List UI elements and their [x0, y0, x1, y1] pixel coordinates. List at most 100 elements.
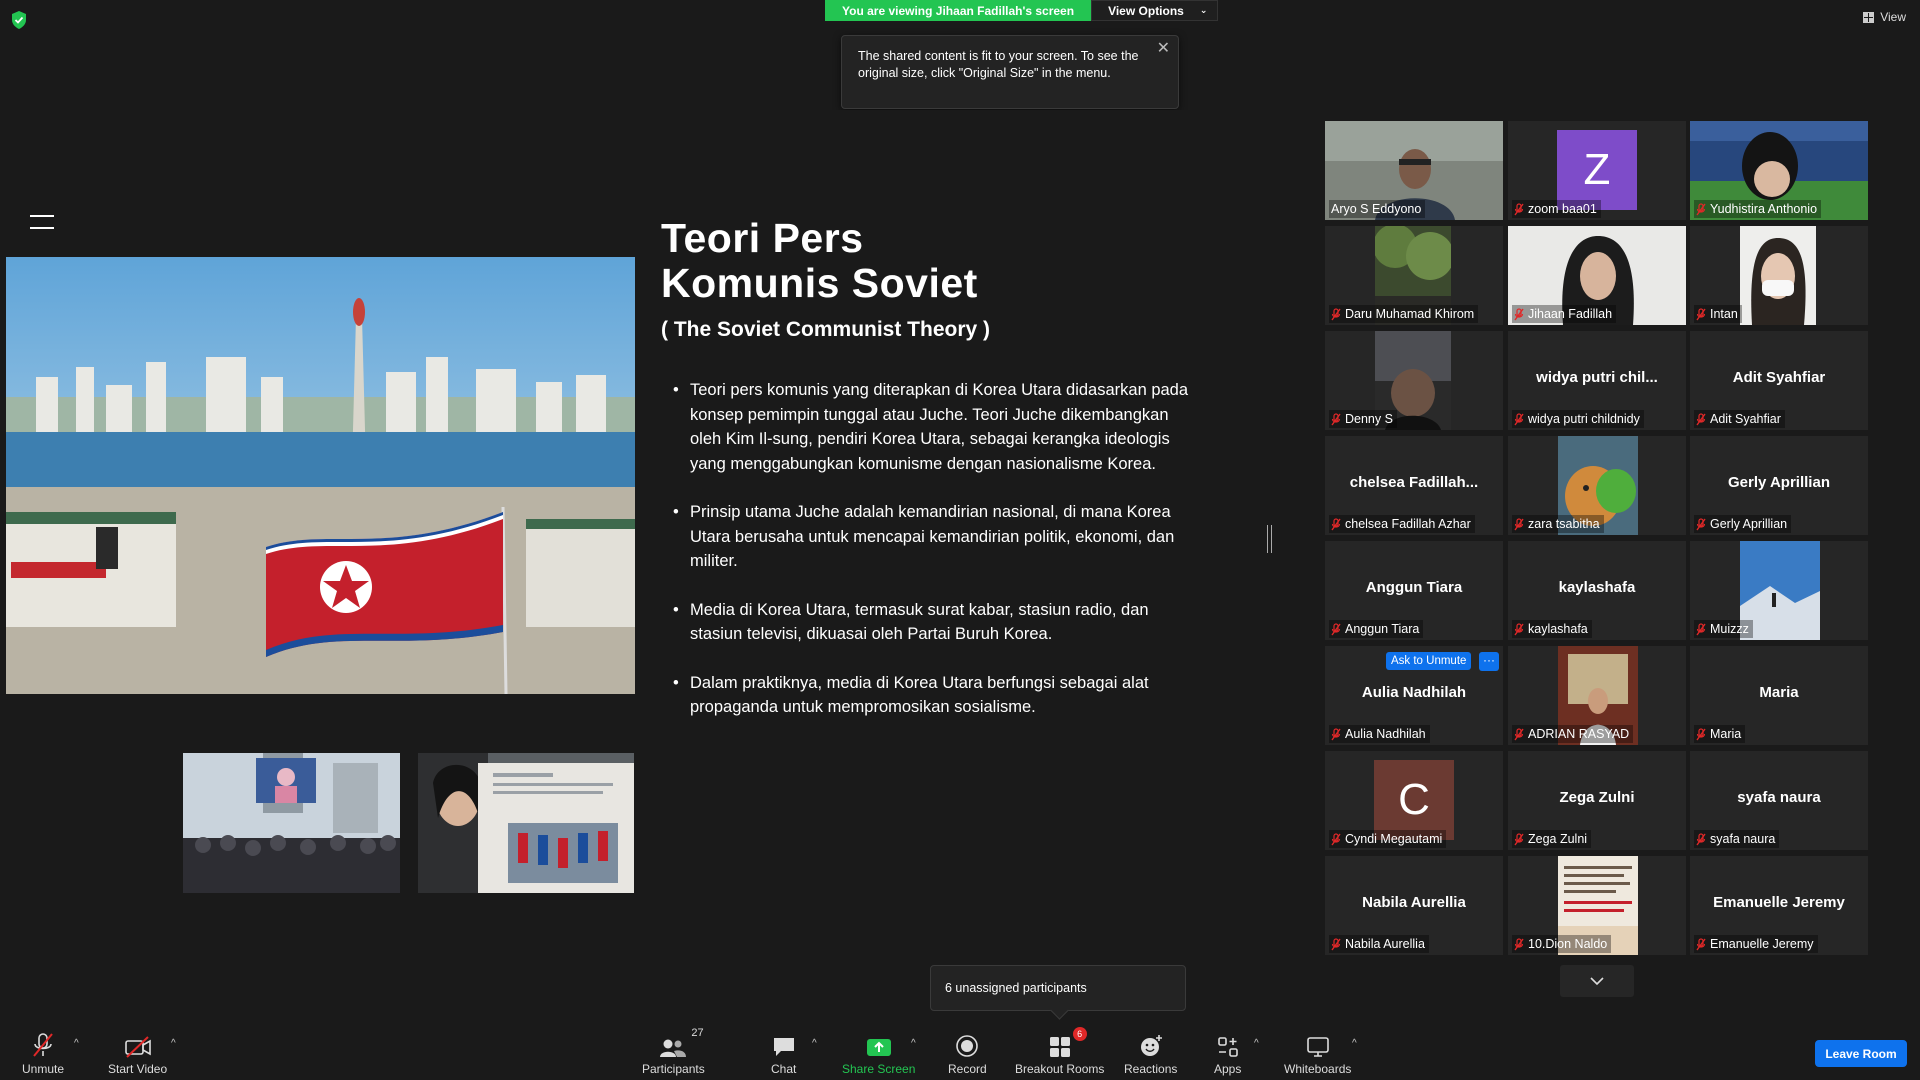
apps-button[interactable]: Apps	[1214, 1030, 1241, 1076]
participant-tile[interactable]: widya putri chil... widya putri childnidy	[1508, 331, 1686, 430]
slide-bullet-list: Teori pers komunis yang diterapkan di Ko…	[673, 378, 1190, 744]
record-button[interactable]: Record	[948, 1030, 987, 1076]
participant-tile[interactable]: Intan	[1690, 226, 1868, 325]
participant-name: Aryo S Eddyono	[1331, 202, 1422, 216]
breakout-rooms-label: Breakout Rooms	[1015, 1062, 1105, 1076]
view-button[interactable]: View	[1863, 10, 1906, 24]
record-label: Record	[948, 1062, 987, 1076]
microphone-muted-icon	[1514, 937, 1524, 950]
microphone-muted-icon	[1514, 202, 1524, 215]
microphone-muted-icon	[1696, 622, 1706, 635]
leave-room-button[interactable]: Leave Room	[1815, 1040, 1907, 1067]
participant-tile[interactable]: Aryo S Eddyono	[1325, 121, 1503, 220]
more-options-button[interactable]: ···	[1479, 652, 1499, 671]
participant-tile[interactable]: Nabila Aurellia Nabila Aurellia	[1325, 856, 1503, 955]
gallery-next-page-button[interactable]	[1560, 965, 1634, 997]
participant-name-label: Cyndi Megautami	[1329, 830, 1447, 848]
participant-tile[interactable]: Emanuelle Jeremy Emanuelle Jeremy	[1690, 856, 1868, 955]
participant-name: Daru Muhamad Khirom	[1345, 307, 1475, 321]
participant-name: Maria	[1710, 727, 1742, 741]
participant-display-name: Anggun Tiara	[1365, 579, 1463, 596]
share-screen-button[interactable]: Share Screen	[842, 1030, 915, 1076]
whiteboards-button[interactable]: Whiteboards	[1284, 1030, 1351, 1076]
participant-tile[interactable]: Daru Muhamad Khirom	[1325, 226, 1503, 325]
bullet-item: Teori pers komunis yang diterapkan di Ko…	[673, 378, 1190, 476]
participant-tile[interactable]: Maria Maria	[1690, 646, 1868, 745]
unassigned-participants-popup[interactable]: 6 unassigned participants	[930, 965, 1186, 1011]
whiteboards-label: Whiteboards	[1284, 1062, 1352, 1076]
whiteboards-options-caret-icon[interactable]: ^	[1352, 1038, 1357, 1049]
participant-tile[interactable]: Muizzz	[1690, 541, 1868, 640]
participant-tile[interactable]: Zzoom baa01	[1508, 121, 1686, 220]
chat-options-caret-icon[interactable]: ^	[812, 1038, 817, 1049]
apps-options-caret-icon[interactable]: ^	[1254, 1038, 1259, 1049]
microphone-muted-icon	[1331, 412, 1341, 425]
smiley-plus-icon	[1140, 1035, 1162, 1056]
share-screen-icon	[866, 1039, 891, 1056]
participant-name-label: Muizzz	[1694, 620, 1753, 638]
participant-name-label: zoom baa01	[1512, 200, 1601, 218]
participant-name-label: Adit Syahfiar	[1694, 410, 1785, 428]
participant-name: Yudhistira Anthonio	[1710, 202, 1818, 216]
participant-name-label: Maria	[1694, 725, 1746, 743]
participant-tile[interactable]: syafa naura syafa naura	[1690, 751, 1868, 850]
share-options-caret-icon[interactable]: ^	[911, 1038, 916, 1049]
participant-name-label: widya putri childnidy	[1512, 410, 1644, 428]
microphone-muted-icon	[1514, 307, 1524, 320]
participant-name: Gerly Aprillian	[1710, 517, 1788, 531]
participant-tile[interactable]: Zega Zulni Zega Zulni	[1508, 751, 1686, 850]
participant-name-label: Daru Muhamad Khirom	[1329, 305, 1479, 323]
chat-label: Chat	[771, 1062, 797, 1076]
participant-tile[interactable]: kaylashafa kaylashafa	[1508, 541, 1686, 640]
participant-tile[interactable]: Jihaan Fadillah	[1508, 226, 1686, 325]
participant-tile[interactable]: zara tsabitha	[1508, 436, 1686, 535]
breakout-rooms-button[interactable]: 6 Breakout Rooms	[1015, 1027, 1105, 1076]
participant-display-name: Emanuelle Jeremy	[1713, 894, 1845, 911]
video-camera-off-icon	[124, 1036, 151, 1058]
unmute-label: Unmute	[22, 1062, 65, 1076]
participant-name-label: 10.Dion Naldo	[1512, 935, 1612, 953]
slide-title-line2: Komunis Soviet	[661, 260, 978, 306]
chat-button[interactable]: Chat	[771, 1030, 796, 1076]
participant-display-name: kaylashafa	[1558, 579, 1636, 596]
participant-tile[interactable]: Yudhistira Anthonio	[1690, 121, 1868, 220]
participant-name-label: kaylashafa	[1512, 620, 1592, 638]
breakout-rooms-icon	[1049, 1037, 1070, 1057]
participant-tile[interactable]: 10.Dion Naldo	[1508, 856, 1686, 955]
participant-tile[interactable]: Anggun Tiara Anggun Tiara	[1325, 541, 1503, 640]
participant-name: Adit Syahfiar	[1710, 412, 1781, 426]
ask-to-unmute-button[interactable]: Ask to Unmute	[1386, 652, 1472, 670]
participant-tile[interactable]: C Cyndi Megautami	[1325, 751, 1503, 850]
split-view-drag-handle[interactable]	[1267, 525, 1272, 553]
close-icon[interactable]: ✕	[1157, 40, 1170, 57]
security-shield-icon[interactable]	[10, 10, 28, 30]
microphone-muted-icon	[1696, 727, 1706, 740]
participant-tile[interactable]: chelsea Fadillah... chelsea Fadillah Azha…	[1325, 436, 1503, 535]
unmute-button[interactable]: Unmute	[22, 1030, 64, 1076]
reading-newspaper-image	[418, 753, 634, 893]
view-options-button[interactable]: View Options ⌄	[1091, 0, 1219, 21]
start-video-label: Start Video	[108, 1062, 168, 1076]
slide-title-line1: Teori Pers	[661, 215, 864, 261]
participant-tile[interactable]: Gerly Aprillian Gerly Aprillian	[1690, 436, 1868, 535]
video-options-caret-icon[interactable]: ^	[171, 1038, 176, 1049]
microphone-muted-icon	[1514, 622, 1524, 635]
hamburger-menu-icon[interactable]	[30, 215, 54, 229]
slide-main-photo	[6, 257, 635, 694]
participant-tile[interactable]: Denny S	[1325, 331, 1503, 430]
audio-options-caret-icon[interactable]: ^	[74, 1038, 79, 1049]
reactions-button[interactable]: Reactions	[1124, 1030, 1177, 1076]
microphone-muted-icon	[1696, 412, 1706, 425]
microphone-muted-icon	[33, 1033, 53, 1057]
start-video-button[interactable]: Start Video	[108, 1030, 167, 1076]
participant-name-label: Jihaan Fadillah	[1512, 305, 1617, 323]
view-options-label: View Options	[1108, 3, 1184, 18]
participants-button[interactable]: 27 Participants	[642, 1027, 705, 1076]
microphone-muted-icon	[1514, 517, 1524, 530]
microphone-muted-icon	[1331, 622, 1341, 635]
participant-name: ADRIAN RASYAD	[1528, 727, 1630, 741]
participant-tile[interactable]: Adit Syahfiar Adit Syahfiar	[1690, 331, 1868, 430]
participant-tile[interactable]: ADRIAN RASYAD	[1508, 646, 1686, 745]
share-screen-label: Share Screen	[842, 1062, 916, 1076]
microphone-muted-icon	[1331, 727, 1341, 740]
